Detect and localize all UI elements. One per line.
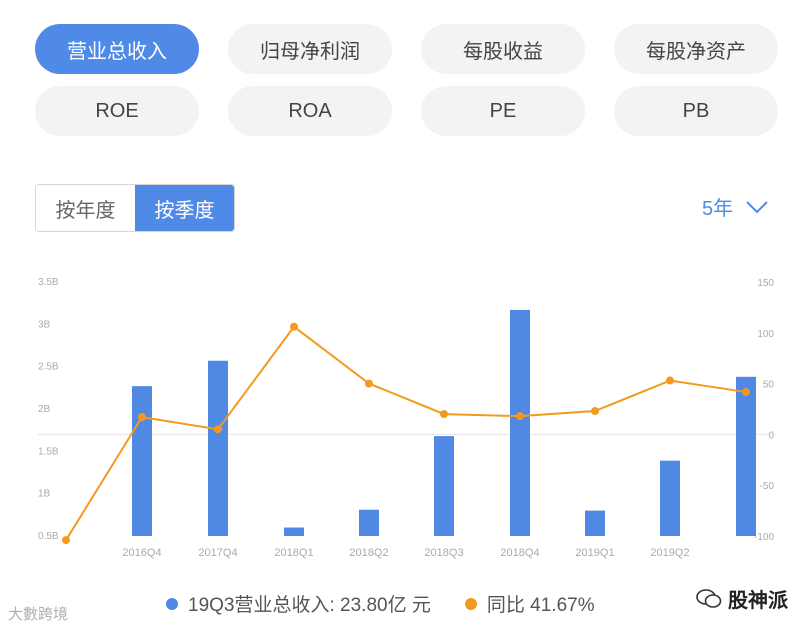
- revenue-bar: [359, 509, 379, 536]
- tab-roa[interactable]: ROA: [228, 86, 392, 136]
- toggle-yearly[interactable]: 按年度: [36, 185, 135, 231]
- y-right-tick-label: 0: [768, 430, 774, 441]
- x-tick-label: 2018Q4: [500, 547, 539, 559]
- yoy-point: [138, 413, 146, 422]
- yoy-line: [65, 325, 747, 541]
- yoy-point: [742, 388, 750, 397]
- revenue-bar: [510, 309, 530, 536]
- y-right-tick-label: 150: [757, 278, 774, 289]
- tab-eps[interactable]: 每股收益: [421, 24, 585, 74]
- yoy-point: [62, 536, 70, 545]
- legend-revenue-text: 19Q3营业总收入: 23.80亿 元: [188, 595, 431, 616]
- tab-net-profit[interactable]: 归母净利润: [228, 24, 392, 74]
- revenue-bar: [284, 527, 304, 536]
- toggle-quarterly[interactable]: 按季度: [135, 185, 234, 231]
- watermark-right: 股神派: [696, 584, 788, 613]
- y-left-tick-label: 1.5B: [38, 446, 59, 457]
- yoy-point: [290, 322, 298, 331]
- x-tick-label: 2018Q1: [274, 547, 313, 559]
- yoy-point: [591, 407, 599, 416]
- y-right-tick-label: -100: [754, 532, 774, 543]
- legend-yoy-dot: [464, 597, 477, 610]
- x-tick-label: 2016Q4: [122, 547, 161, 559]
- yoy-point: [365, 379, 373, 388]
- period-toggle: 按年度 按季度: [35, 184, 235, 232]
- range-selector[interactable]: 5年: [702, 192, 769, 221]
- y-left-tick-label: 2.5B: [38, 362, 59, 373]
- x-tick-label: 2017Q4: [198, 547, 237, 559]
- range-value: 5年: [702, 198, 734, 220]
- y-left-tick-label: 2B: [38, 404, 51, 415]
- revenue-bar: [434, 436, 454, 536]
- y-left-tick-label: 1B: [38, 489, 51, 500]
- y-left-tick-label: 3B: [38, 319, 51, 330]
- revenue-bar: [736, 376, 756, 536]
- tab-roe[interactable]: ROE: [35, 86, 199, 136]
- revenue-chart: 0.5B 1B 1.5B 2B 2.5B 3B 3.5B -100 -50 0 50 100 150 20…: [38, 277, 776, 559]
- y-left-tick-label: 3.5B: [38, 277, 59, 288]
- y-right-tick-label: -50: [760, 481, 775, 492]
- tab-revenue[interactable]: 营业总收入: [35, 24, 199, 74]
- y-right-tick-label: 100: [757, 329, 774, 340]
- tab-pe[interactable]: PE: [421, 86, 585, 136]
- legend-revenue-dot: [166, 597, 178, 610]
- yoy-point: [440, 410, 448, 419]
- watermark-left: 大數跨境: [8, 606, 69, 623]
- x-tick-label: 2018Q2: [349, 547, 388, 559]
- yoy-point: [214, 425, 222, 434]
- tab-bvps[interactable]: 每股净资产: [614, 24, 778, 74]
- chevron-down-icon: [746, 200, 768, 213]
- legend-revenue: 19Q3营业总收入: 23.80亿 元: [166, 590, 431, 617]
- x-tick-label: 2019Q1: [575, 547, 614, 559]
- x-tick-label: 2018Q3: [424, 547, 463, 559]
- y-left-tick-label: 0.5B: [38, 531, 59, 542]
- yoy-point: [516, 412, 524, 421]
- tab-pb[interactable]: PB: [614, 86, 778, 136]
- x-tick-label: 2019Q2: [650, 547, 689, 559]
- revenue-bar: [132, 386, 152, 536]
- chart-legend: 19Q3营业总收入: 23.80亿 元 同比 41.67%: [166, 590, 595, 617]
- revenue-bar: [208, 360, 228, 536]
- legend-yoy-text: 同比 41.67%: [486, 595, 595, 616]
- revenue-bar: [585, 510, 605, 536]
- revenue-bar: [660, 460, 680, 536]
- yoy-point: [666, 376, 674, 385]
- y-right-tick-label: 50: [763, 380, 775, 391]
- wechat-icon: [696, 588, 722, 608]
- legend-yoy: 同比 41.67%: [464, 590, 595, 617]
- watermark-right-text: 股神派: [728, 590, 788, 612]
